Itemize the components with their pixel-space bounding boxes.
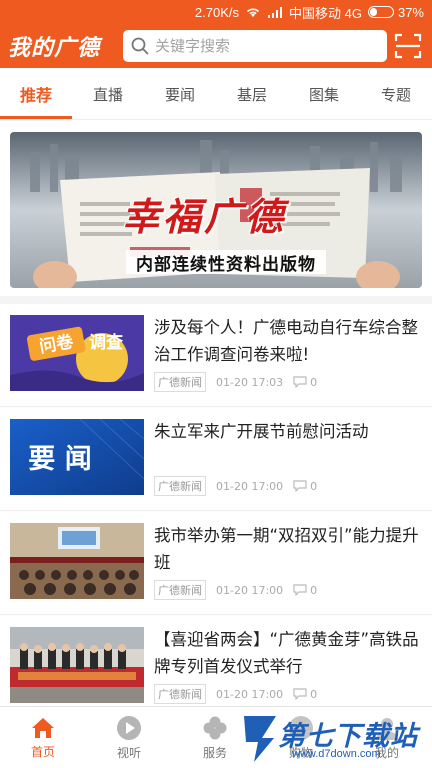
search-input[interactable]: [155, 37, 375, 55]
source-tag: 广德新闻: [154, 476, 206, 496]
home-icon: [32, 718, 54, 738]
comment-icon: [293, 584, 307, 596]
row-divider: [0, 510, 432, 511]
search-box[interactable]: [123, 30, 387, 62]
watermark-logo: [244, 716, 276, 762]
watermark-url: www.d7down.com: [292, 748, 381, 760]
source-tag: 广德新闻: [154, 372, 206, 392]
comment-number: 0: [310, 687, 318, 701]
thumb-label: 要 闻: [28, 444, 91, 475]
news-meta: 广德新闻 01-20 17:03 0: [154, 372, 317, 392]
battery-indicator: 37%: [367, 4, 424, 20]
news-thumbnail: [10, 523, 144, 599]
news-thumbnail: 要 闻: [10, 419, 144, 495]
publish-time: 01-20 17:00: [216, 687, 284, 701]
comment-number: 0: [310, 375, 318, 389]
top-header: 我的广德: [0, 24, 432, 68]
comment-count: 0: [293, 480, 317, 493]
watermark: 第七下载站 www.d7down.com: [240, 710, 430, 766]
news-title: 涉及每个人！广德电动自行车综合整治工作调查问卷来啦!: [154, 318, 418, 364]
publish-time: 01-20 17:03: [216, 375, 284, 389]
row-divider: [0, 614, 432, 615]
nav-label: 服务: [202, 746, 227, 760]
battery-icon: [367, 6, 394, 18]
news-title: 我市举办第一期“双招双引”能力提升班: [154, 526, 419, 572]
active-tab-indicator: [0, 116, 72, 119]
news-title: 朱立军来广开展节前慰问活动: [154, 422, 369, 441]
source-tag: 广德新闻: [154, 684, 206, 704]
news-title: 【喜迎省两会】“广德黄金芽”高铁品牌专列首发仪式举行: [154, 630, 419, 676]
tab-grassroots[interactable]: 基层: [216, 68, 288, 120]
comment-number: 0: [310, 583, 318, 597]
comment-count: 0: [293, 376, 317, 389]
tab-live[interactable]: 直播: [72, 68, 144, 120]
news-meta: 广德新闻 01-20 17:00 0: [154, 580, 317, 600]
publish-time: 01-20 17:00: [216, 583, 284, 597]
banner-title: 幸福广德: [122, 195, 287, 239]
nav-label: 首页: [30, 745, 55, 759]
battery-percent: 37%: [397, 4, 424, 20]
source-tag: 广德新闻: [154, 580, 206, 600]
news-item[interactable]: 【喜迎省两会】“广德黄金芽”高铁品牌专列首发仪式举行 广德新闻 01-20 17…: [0, 616, 432, 718]
play-icon: [117, 716, 141, 740]
nav-label: 视听: [116, 746, 141, 760]
nav-media[interactable]: 视听: [86, 707, 172, 768]
wifi-icon: [246, 8, 260, 17]
tab-headlines[interactable]: 要闻: [144, 68, 216, 120]
comment-number: 0: [310, 479, 318, 493]
app-screen: 2.70K/s 中国移动 4G 37% 我的广德 关键字搜索 推荐 直播 要闻 …: [0, 0, 432, 768]
status-bar: 2.70K/s 中国移动 4G 37%: [0, 0, 432, 24]
news-thumbnail: [10, 627, 144, 703]
row-divider: [0, 406, 432, 407]
thumb-label: 调查: [89, 332, 124, 353]
tab-special[interactable]: 专题: [360, 68, 432, 120]
comment-icon: [293, 688, 307, 700]
news-meta: 广德新闻 01-20 17:00 0: [154, 684, 317, 704]
comment-count: 0: [293, 584, 317, 597]
nav-home[interactable]: 首页: [0, 707, 86, 768]
signal-icon: [268, 7, 282, 18]
news-thumbnail: 问卷 调查: [10, 315, 144, 391]
news-item[interactable]: 问卷 调查 涉及每个人！广德电动自行车综合整治工作调查问卷来啦! 广德新闻 01…: [0, 304, 432, 406]
app-title: 我的广德: [8, 36, 101, 61]
battery-fill: [369, 8, 378, 16]
clover-icon: [203, 716, 227, 740]
tab-gallery[interactable]: 图集: [288, 68, 360, 120]
category-tabs: 推荐 直播 要闻 基层 图集 专题: [0, 68, 432, 120]
comment-icon: [293, 376, 307, 388]
news-item[interactable]: 我市举办第一期“双招双引”能力提升班 广德新闻 01-20 17:00 0: [0, 512, 432, 614]
tab-recommend[interactable]: 推荐: [0, 68, 72, 120]
scan-icon[interactable]: [394, 32, 422, 60]
section-gap: [0, 296, 432, 304]
comment-count: 0: [293, 688, 317, 701]
network-speed: 2.70K/s: [194, 4, 239, 20]
publish-time: 01-20 17:00: [216, 479, 284, 493]
search-icon: [131, 37, 149, 55]
comment-icon: [293, 480, 307, 492]
news-meta: 广德新闻 01-20 17:00 0: [154, 476, 317, 496]
news-item[interactable]: 要 闻 朱立军来广开展节前慰问活动 广德新闻 01-20 17:00 0: [0, 408, 432, 510]
carrier-label: 中国移动 4G: [289, 5, 362, 21]
banner-caption: 内部连续性资料出版物: [126, 250, 326, 275]
